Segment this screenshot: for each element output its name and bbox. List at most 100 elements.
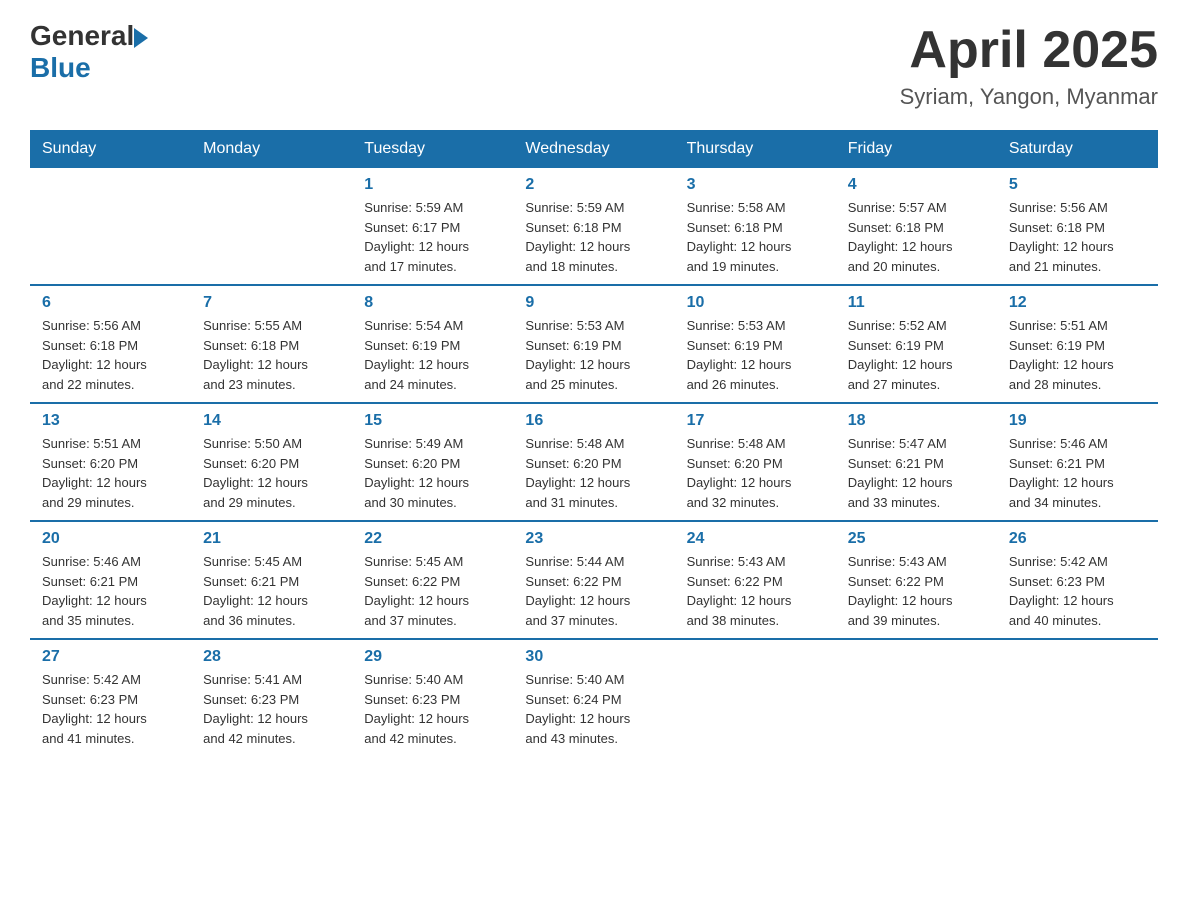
day-info: Sunrise: 5:43 AM Sunset: 6:22 PM Dayligh… xyxy=(687,552,824,630)
day-cell: 14Sunrise: 5:50 AM Sunset: 6:20 PM Dayli… xyxy=(191,403,352,521)
day-number: 7 xyxy=(203,294,340,312)
logo-general-text: General xyxy=(30,20,134,52)
day-cell: 30 Sunrise: 5:40 AM Sunset: 6:24 PM Dayli… xyxy=(513,639,674,756)
day-number: 3 xyxy=(687,176,824,194)
day-info: Sunrise: 5:55 AM Sunset: 6:18 PM Dayligh… xyxy=(203,316,340,394)
day-info: Sunrise: 5:47 AM Sunset: 6:21 PM Dayligh… xyxy=(848,434,985,512)
header-friday: Friday xyxy=(836,130,997,168)
week-row-1: 1 Sunrise: 5:59 AM Sunset: 6:17 PM Daylig… xyxy=(30,168,1158,285)
day-number: 5 xyxy=(1009,176,1146,194)
day-info: Sunrise: 5:45 AM Sunset: 6:21 PM Dayligh… xyxy=(203,552,340,630)
day-info: Sunrise: 5:52 AM Sunset: 6:19 PM Dayligh… xyxy=(848,316,985,394)
day-info: Sunrise: 5:59 AM Sunset: 6:17 PM Dayligh… xyxy=(364,198,501,276)
day-info: Sunrise: 5:46 AM Sunset: 6:21 PM Dayligh… xyxy=(1009,434,1146,512)
day-number: 4 xyxy=(848,176,985,194)
day-info: Sunrise: 5:42 AM Sunset: 6:23 PM Dayligh… xyxy=(42,670,179,748)
day-info: Sunrise: 5:59 AM Sunset: 6:18 PM Dayligh… xyxy=(525,198,662,276)
day-cell: 28Sunrise: 5:41 AM Sunset: 6:23 PM Dayli… xyxy=(191,639,352,756)
week-row-3: 13Sunrise: 5:51 AM Sunset: 6:20 PM Dayli… xyxy=(30,403,1158,521)
header-thursday: Thursday xyxy=(675,130,836,168)
day-info: Sunrise: 5:45 AM Sunset: 6:22 PM Dayligh… xyxy=(364,552,501,630)
day-cell: 20 Sunrise: 5:46 AM Sunset: 6:21 PM Dayli… xyxy=(30,521,191,639)
day-info: Sunrise: 5:56 AM Sunset: 6:18 PM Dayligh… xyxy=(1009,198,1146,276)
day-cell: 22 Sunrise: 5:45 AM Sunset: 6:22 PM Dayli… xyxy=(352,521,513,639)
day-info: Sunrise: 5:46 AM Sunset: 6:21 PM Dayligh… xyxy=(42,552,179,630)
day-cell: 1 Sunrise: 5:59 AM Sunset: 6:17 PM Daylig… xyxy=(352,168,513,285)
day-info: Sunrise: 5:49 AM Sunset: 6:20 PM Dayligh… xyxy=(364,434,501,512)
day-number: 8 xyxy=(364,294,501,312)
day-cell: 23Sunrise: 5:44 AM Sunset: 6:22 PM Dayli… xyxy=(513,521,674,639)
day-cell: 3 Sunrise: 5:58 AM Sunset: 6:18 PM Daylig… xyxy=(675,168,836,285)
header-wednesday: Wednesday xyxy=(513,130,674,168)
day-info: Sunrise: 5:40 AM Sunset: 6:23 PM Dayligh… xyxy=(364,670,501,748)
day-cell: 24 Sunrise: 5:43 AM Sunset: 6:22 PM Dayli… xyxy=(675,521,836,639)
day-number: 21 xyxy=(203,530,340,548)
calendar-header: SundayMondayTuesdayWednesdayThursdayFrid… xyxy=(30,130,1158,168)
day-cell: 13Sunrise: 5:51 AM Sunset: 6:20 PM Dayli… xyxy=(30,403,191,521)
day-number: 2 xyxy=(525,176,662,194)
day-number: 22 xyxy=(364,530,501,548)
day-cell: 4 Sunrise: 5:57 AM Sunset: 6:18 PM Daylig… xyxy=(836,168,997,285)
day-number: 1 xyxy=(364,176,501,194)
day-info: Sunrise: 5:54 AM Sunset: 6:19 PM Dayligh… xyxy=(364,316,501,394)
day-number: 27 xyxy=(42,648,179,666)
day-cell xyxy=(191,168,352,285)
day-info: Sunrise: 5:48 AM Sunset: 6:20 PM Dayligh… xyxy=(525,434,662,512)
title-section: April 2025 Syriam, Yangon, Myanmar xyxy=(900,20,1158,110)
day-info: Sunrise: 5:41 AM Sunset: 6:23 PM Dayligh… xyxy=(203,670,340,748)
calendar-table: SundayMondayTuesdayWednesdayThursdayFrid… xyxy=(30,130,1158,756)
day-cell: 17 Sunrise: 5:48 AM Sunset: 6:20 PM Dayli… xyxy=(675,403,836,521)
day-cell: 26 Sunrise: 5:42 AM Sunset: 6:23 PM Dayli… xyxy=(997,521,1158,639)
day-info: Sunrise: 5:48 AM Sunset: 6:20 PM Dayligh… xyxy=(687,434,824,512)
day-info: Sunrise: 5:42 AM Sunset: 6:23 PM Dayligh… xyxy=(1009,552,1146,630)
week-row-5: 27 Sunrise: 5:42 AM Sunset: 6:23 PM Dayli… xyxy=(30,639,1158,756)
logo: General Blue xyxy=(30,20,148,84)
day-number: 11 xyxy=(848,294,985,312)
day-info: Sunrise: 5:58 AM Sunset: 6:18 PM Dayligh… xyxy=(687,198,824,276)
day-cell: 25Sunrise: 5:43 AM Sunset: 6:22 PM Dayli… xyxy=(836,521,997,639)
day-cell: 15 Sunrise: 5:49 AM Sunset: 6:20 PM Dayli… xyxy=(352,403,513,521)
day-cell: 7 Sunrise: 5:55 AM Sunset: 6:18 PM Daylig… xyxy=(191,285,352,403)
week-row-4: 20 Sunrise: 5:46 AM Sunset: 6:21 PM Dayli… xyxy=(30,521,1158,639)
day-cell xyxy=(675,639,836,756)
day-info: Sunrise: 5:40 AM Sunset: 6:24 PM Dayligh… xyxy=(525,670,662,748)
day-number: 15 xyxy=(364,412,501,430)
day-cell: 27 Sunrise: 5:42 AM Sunset: 6:23 PM Dayli… xyxy=(30,639,191,756)
day-cell xyxy=(997,639,1158,756)
day-info: Sunrise: 5:57 AM Sunset: 6:18 PM Dayligh… xyxy=(848,198,985,276)
calendar-title: April 2025 xyxy=(900,20,1158,80)
day-number: 18 xyxy=(848,412,985,430)
day-cell xyxy=(30,168,191,285)
header-row: SundayMondayTuesdayWednesdayThursdayFrid… xyxy=(30,130,1158,168)
day-info: Sunrise: 5:53 AM Sunset: 6:19 PM Dayligh… xyxy=(687,316,824,394)
day-number: 20 xyxy=(42,530,179,548)
page-header: General Blue April 2025 Syriam, Yangon, … xyxy=(30,20,1158,110)
day-cell: 6 Sunrise: 5:56 AM Sunset: 6:18 PM Daylig… xyxy=(30,285,191,403)
day-cell: 10Sunrise: 5:53 AM Sunset: 6:19 PM Dayli… xyxy=(675,285,836,403)
day-cell: 19 Sunrise: 5:46 AM Sunset: 6:21 PM Dayli… xyxy=(997,403,1158,521)
logo-blue-text: Blue xyxy=(30,52,148,84)
header-sunday: Sunday xyxy=(30,130,191,168)
day-cell: 8 Sunrise: 5:54 AM Sunset: 6:19 PM Daylig… xyxy=(352,285,513,403)
header-saturday: Saturday xyxy=(997,130,1158,168)
day-number: 6 xyxy=(42,294,179,312)
day-number: 9 xyxy=(525,294,662,312)
day-number: 26 xyxy=(1009,530,1146,548)
day-cell: 9 Sunrise: 5:53 AM Sunset: 6:19 PM Daylig… xyxy=(513,285,674,403)
day-info: Sunrise: 5:56 AM Sunset: 6:18 PM Dayligh… xyxy=(42,316,179,394)
day-number: 24 xyxy=(687,530,824,548)
day-number: 19 xyxy=(1009,412,1146,430)
day-cell: 2 Sunrise: 5:59 AM Sunset: 6:18 PM Daylig… xyxy=(513,168,674,285)
day-number: 12 xyxy=(1009,294,1146,312)
day-info: Sunrise: 5:51 AM Sunset: 6:19 PM Dayligh… xyxy=(1009,316,1146,394)
day-number: 23 xyxy=(525,530,662,548)
logo-arrow-icon xyxy=(134,28,148,48)
day-info: Sunrise: 5:50 AM Sunset: 6:20 PM Dayligh… xyxy=(203,434,340,512)
day-number: 16 xyxy=(525,412,662,430)
day-number: 30 xyxy=(525,648,662,666)
day-info: Sunrise: 5:53 AM Sunset: 6:19 PM Dayligh… xyxy=(525,316,662,394)
header-tuesday: Tuesday xyxy=(352,130,513,168)
day-cell: 18 Sunrise: 5:47 AM Sunset: 6:21 PM Dayli… xyxy=(836,403,997,521)
day-number: 17 xyxy=(687,412,824,430)
day-number: 13 xyxy=(42,412,179,430)
